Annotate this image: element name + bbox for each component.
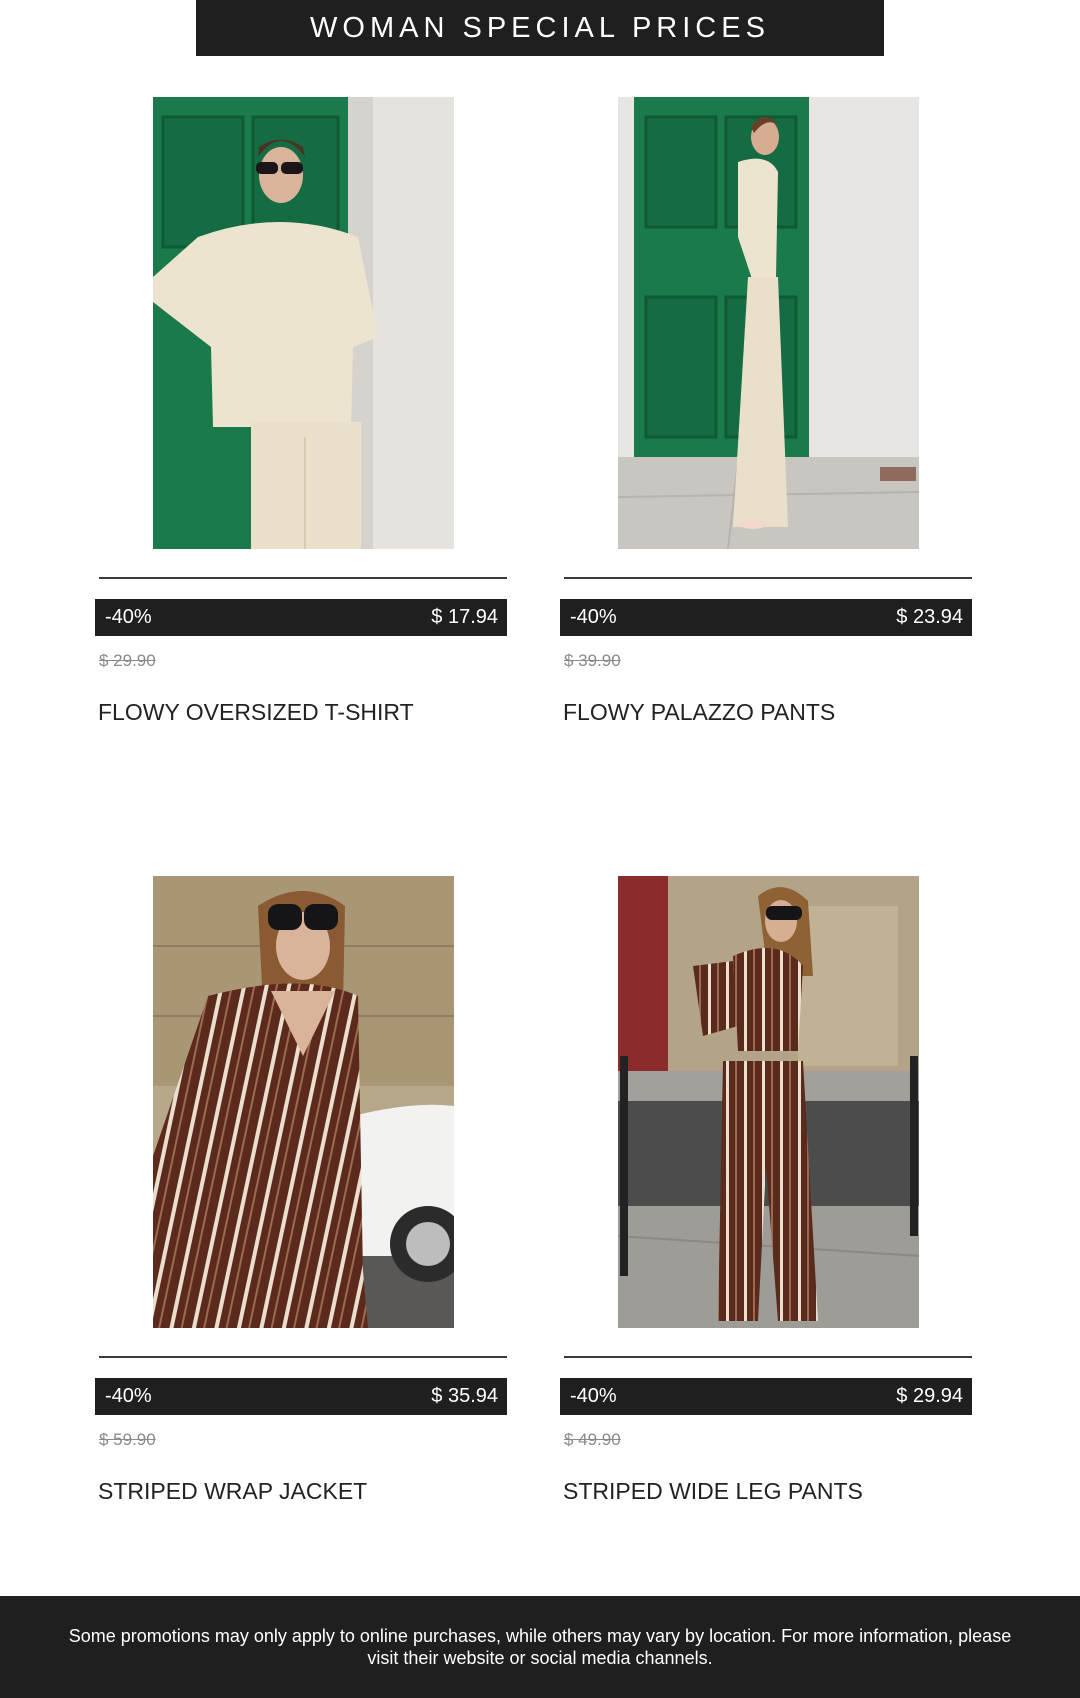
- disclaimer-text: Some promotions may only apply to online…: [68, 1626, 1012, 1668]
- product-photo-striped-wide-leg-pants: [618, 876, 919, 1328]
- promo-banner: WOMAN SPECIAL PRICES: [196, 0, 884, 56]
- product-image[interactable]: [153, 876, 454, 1328]
- divider: [564, 1356, 972, 1358]
- sale-price: $ 29.94: [896, 1385, 963, 1407]
- original-price: $ 59.90: [99, 1430, 156, 1449]
- sale-price: $ 17.94: [431, 606, 498, 628]
- footer-disclaimer: Some promotions may only apply to online…: [0, 1596, 1080, 1698]
- price-bar: -40% $ 17.94: [95, 599, 507, 636]
- discount-label: -40%: [570, 1385, 617, 1407]
- original-price: $ 29.90: [99, 651, 156, 670]
- product-name[interactable]: FLOWY PALAZZO PANTS: [563, 699, 835, 726]
- sale-price: $ 35.94: [431, 1385, 498, 1407]
- product-name[interactable]: FLOWY OVERSIZED T-SHIRT: [98, 699, 414, 726]
- product-photo-palazzo-pants: [618, 97, 919, 549]
- product-image[interactable]: [618, 97, 919, 549]
- discount-label: -40%: [105, 606, 152, 628]
- product-image[interactable]: [153, 97, 454, 549]
- discount-label: -40%: [570, 606, 617, 628]
- price-bar: -40% $ 35.94: [95, 1378, 507, 1415]
- discount-label: -40%: [105, 1385, 152, 1407]
- price-bar: -40% $ 23.94: [560, 599, 972, 636]
- sale-price: $ 23.94: [896, 606, 963, 628]
- product-name[interactable]: STRIPED WIDE LEG PANTS: [563, 1478, 863, 1505]
- product-name[interactable]: STRIPED WRAP JACKET: [98, 1478, 367, 1505]
- price-bar: -40% $ 29.94: [560, 1378, 972, 1415]
- product-photo-striped-wrap-jacket: [153, 876, 454, 1328]
- product-image[interactable]: [618, 876, 919, 1328]
- divider: [99, 577, 507, 579]
- original-price: $ 39.90: [564, 651, 621, 670]
- original-price: $ 49.90: [564, 1430, 621, 1449]
- divider: [99, 1356, 507, 1358]
- banner-title: WOMAN SPECIAL PRICES: [310, 11, 770, 44]
- divider: [564, 577, 972, 579]
- product-photo-oversized-tshirt: [153, 97, 454, 549]
